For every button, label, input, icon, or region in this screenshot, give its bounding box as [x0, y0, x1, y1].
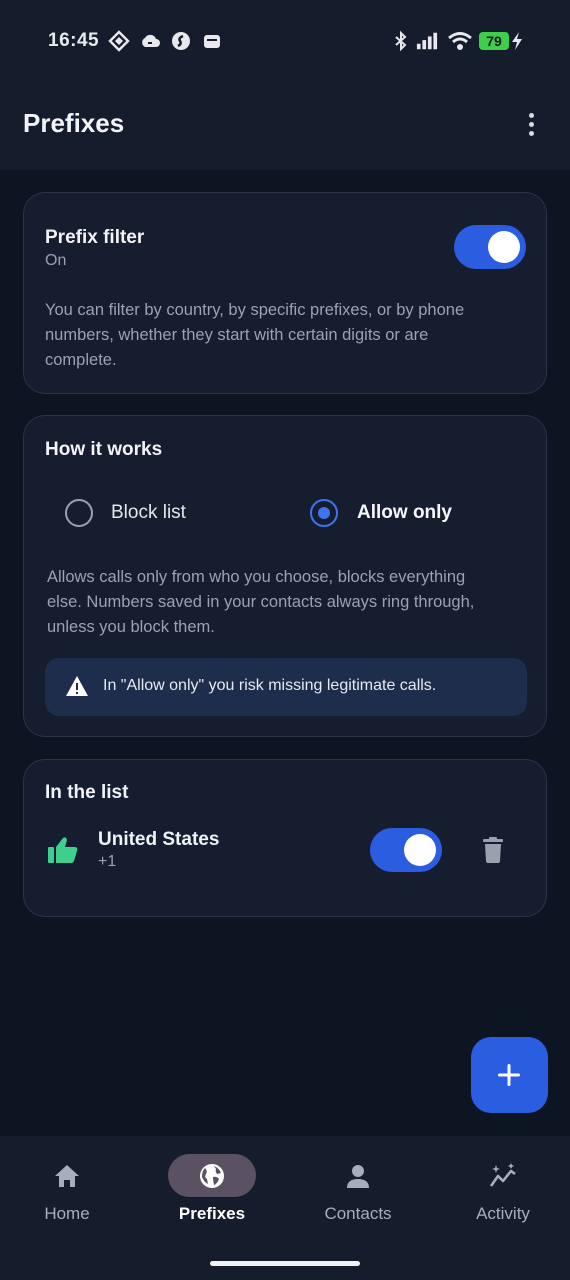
battery-indicator: 79	[479, 32, 509, 50]
description-line: else. Numbers saved in your contacts alw…	[47, 593, 475, 611]
prefix-filter-state: On	[45, 252, 67, 269]
description-line: complete.	[45, 351, 117, 369]
bottom-navigation: Home Prefixes Contacts Activity	[0, 1136, 570, 1280]
delete-icon[interactable]	[483, 837, 503, 863]
how-it-works-description: Allows calls only from who you choose, b…	[47, 565, 537, 640]
cloud-icon	[142, 34, 160, 47]
status-time: 16:45	[48, 30, 100, 51]
nav-item-prefixes[interactable]: Prefixes	[140, 1136, 280, 1246]
warning-text: In "Allow only" you risk missing legitim…	[103, 677, 437, 694]
add-prefix-button[interactable]	[471, 1037, 548, 1113]
nav-item-contacts[interactable]: Contacts	[286, 1136, 426, 1246]
description-line: numbers, whether they start with certain…	[45, 326, 429, 344]
allow-only-label[interactable]: Allow only	[357, 502, 452, 524]
status-bar: 16:45 79	[0, 24, 570, 58]
warning-icon	[66, 676, 88, 696]
in-the-list-card: In the list United States +1	[23, 759, 547, 917]
page-title: Prefixes	[23, 108, 125, 138]
nav-item-activity[interactable]: Activity	[431, 1136, 570, 1246]
plus-icon	[498, 1064, 520, 1086]
how-it-works-title: How it works	[45, 439, 163, 460]
list-item-code: +1	[98, 853, 117, 870]
person-icon	[347, 1165, 369, 1188]
prefix-filter-card: Prefix filter On You can filter by count…	[23, 192, 547, 394]
more-options-icon[interactable]	[518, 110, 544, 140]
home-indicator[interactable]	[210, 1261, 360, 1266]
globe-icon	[200, 1164, 224, 1188]
toggle-knob	[488, 231, 520, 263]
toggle-knob	[404, 834, 436, 866]
description-line: unless you block them.	[47, 618, 215, 636]
prefix-filter-description: You can filter by country, by specific p…	[45, 298, 535, 373]
diamond-app-icon	[108, 30, 130, 52]
shazam-like-icon	[172, 32, 190, 50]
block-list-radio[interactable]	[65, 499, 93, 527]
prefix-filter-toggle[interactable]	[454, 225, 526, 269]
how-it-works-card: How it works Block list Allow only Allow…	[23, 415, 547, 737]
nav-label: Activity	[476, 1204, 530, 1223]
description-line: Allows calls only from who you choose, b…	[47, 568, 466, 586]
wifi-icon	[448, 32, 472, 50]
app-top-bar: 16:45 79 Prefixes	[0, 0, 570, 170]
nav-label: Prefixes	[178, 1204, 246, 1223]
description-line: You can filter by country, by specific p…	[45, 301, 465, 319]
activity-icon	[489, 1163, 516, 1187]
nav-label: Home	[44, 1204, 90, 1223]
list-item-toggle[interactable]	[370, 828, 442, 872]
home-icon	[55, 1165, 79, 1187]
in-the-list-title: In the list	[45, 782, 129, 803]
block-list-label[interactable]: Block list	[111, 502, 186, 524]
thumbs-up-icon	[48, 837, 78, 863]
prefix-filter-title: Prefix filter	[45, 227, 145, 248]
signal-icon	[416, 32, 438, 50]
wallet-icon	[204, 35, 220, 48]
charging-icon	[512, 32, 522, 50]
allow-only-radio[interactable]	[310, 499, 338, 527]
warning-banner: In "Allow only" you risk missing legitim…	[45, 658, 527, 716]
bluetooth-icon	[395, 30, 407, 52]
list-item-name: United States	[98, 829, 220, 850]
nav-label: Contacts	[324, 1204, 392, 1223]
nav-item-home[interactable]: Home	[0, 1136, 135, 1246]
